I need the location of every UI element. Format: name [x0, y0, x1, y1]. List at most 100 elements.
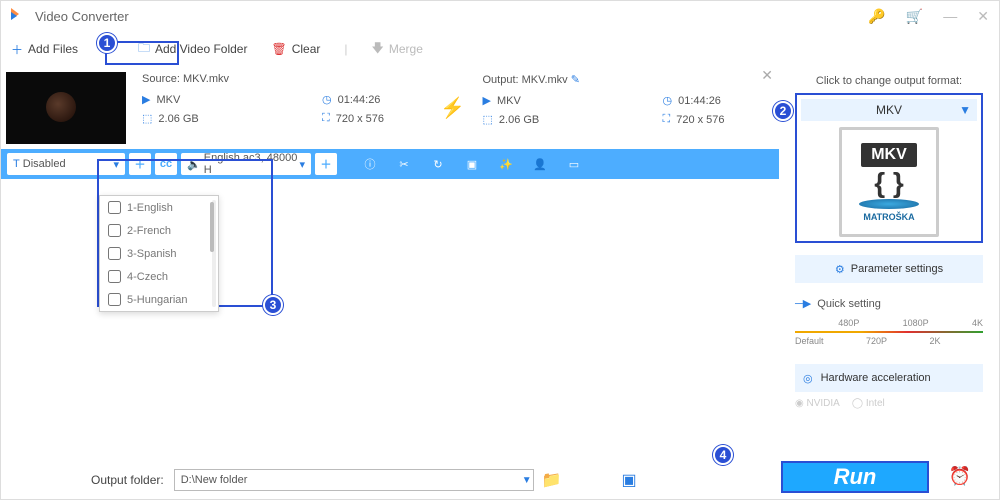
src-duration: 01:44:26: [338, 94, 381, 106]
open-folder-icon[interactable]: ▣: [622, 470, 637, 490]
clock-icon: ◷: [322, 93, 332, 106]
hw-label: Hardware acceleration: [821, 372, 931, 384]
add-files-button[interactable]: ＋ Add Files: [11, 41, 78, 58]
mkv-label: MKV: [861, 143, 917, 167]
merge-icon: 🡇: [372, 39, 384, 60]
out-duration: 01:44:26: [678, 95, 721, 107]
effects-icon[interactable]: ✨: [491, 149, 521, 179]
clock-icon: ◷: [663, 94, 673, 107]
watermark-icon[interactable]: 👤: [525, 149, 555, 179]
out-size: 2.06 GB: [499, 114, 539, 126]
parameter-settings-button[interactable]: ⚙Parameter settings: [795, 255, 983, 283]
add-folder-label: Add Video Folder: [155, 42, 248, 56]
braces-icon: { }: [874, 169, 904, 197]
source-label: Source:: [142, 73, 180, 85]
subtitle-option[interactable]: 5-Hungarian: [100, 288, 218, 311]
add-audio-button[interactable]: ＋: [315, 153, 337, 175]
checkbox[interactable]: [108, 270, 121, 283]
subtitle-option[interactable]: 1-English: [100, 196, 218, 219]
audio-value: English ac3, 48000 H: [204, 152, 300, 176]
schedule-icon[interactable]: ⏰: [949, 466, 971, 487]
src-size: 2.06 GB: [158, 113, 198, 125]
edit-subbar: T Disabled ▾ ＋ cc 🔈 English ac3, 48000 H▾…: [1, 149, 779, 179]
checkbox[interactable]: [108, 247, 121, 260]
subtitle-dropdown[interactable]: 1-English 2-French 3-Spanish 4-Czech 5-H…: [99, 195, 219, 312]
caret-icon: ▼: [959, 103, 971, 117]
thumbnail[interactable]: [6, 72, 126, 144]
checkbox[interactable]: [108, 293, 121, 306]
size-icon: ⬚: [142, 112, 152, 125]
subtitle-option[interactable]: 3-Spanish: [100, 242, 218, 265]
merge-button[interactable]: 🡇 Merge: [372, 39, 423, 60]
text-value: Disabled: [23, 158, 66, 170]
run-label: Run: [834, 464, 877, 490]
clear-button[interactable]: 🗑 Clear: [271, 42, 320, 56]
caret-icon: ▾: [113, 158, 119, 171]
quick-label: Quick setting: [817, 298, 881, 310]
divider: |: [344, 42, 347, 56]
subtitle-icon[interactable]: ▭: [559, 149, 589, 179]
param-label: Parameter settings: [851, 263, 943, 275]
quality-slider[interactable]: 480P1080P4K Default720P2K: [795, 318, 983, 354]
src-format: MKV: [156, 94, 180, 106]
crop-icon[interactable]: ▣: [457, 149, 487, 179]
info-icon[interactable]: ⓘ: [355, 149, 385, 179]
minimize-icon[interactable]: —: [943, 8, 957, 25]
output-label: Output:: [483, 74, 519, 86]
cut-icon[interactable]: ✂: [389, 149, 419, 179]
right-panel: Click to change output format: MKV ▼ MKV …: [779, 67, 999, 459]
marker-3: 3: [263, 295, 283, 315]
caret-icon[interactable]: ▼: [522, 475, 532, 486]
mkv-brand: MATROŠKA: [863, 212, 914, 222]
checkbox[interactable]: [108, 224, 121, 237]
add-files-label: Add Files: [28, 42, 78, 56]
format-value: MKV: [876, 103, 902, 117]
edit-icon[interactable]: ✎: [571, 74, 580, 86]
output-folder-input[interactable]: [174, 469, 534, 491]
source-name: MKV.mkv: [183, 73, 229, 85]
marker-2: 2: [773, 101, 793, 121]
file-row[interactable]: Source: MKV.mkv ▶MKV ◷01:44:26 ⬚2.06 GB …: [1, 67, 779, 149]
res-icon: ⛶: [322, 112, 330, 125]
add-folder-button[interactable]: 🗀 Add Video Folder: [138, 39, 248, 60]
caret-icon: ▾: [299, 158, 305, 171]
app-title: Video Converter: [35, 9, 129, 24]
folder-icon: 🗀: [138, 39, 150, 60]
oval-icon: [859, 199, 919, 209]
close-icon[interactable]: ✕: [977, 8, 989, 25]
mkv-logo[interactable]: MKV { } MATROŠKA: [839, 127, 939, 237]
browse-folder-icon[interactable]: 📁: [542, 470, 562, 490]
scrollbar[interactable]: [212, 200, 216, 307]
output-folder-label: Output folder:: [91, 473, 164, 487]
subtitle-option[interactable]: 4-Czech: [100, 265, 218, 288]
out-res: 720 x 576: [676, 114, 724, 126]
clear-label: Clear: [292, 42, 321, 56]
intel-icon: ◯ Intel: [852, 398, 885, 409]
output-name: MKV.mkv: [522, 74, 568, 86]
cc-button[interactable]: cc: [155, 153, 177, 175]
nvidia-icon: ◉ NVIDIA: [795, 398, 840, 409]
titlebar: Video Converter 🔑 🛒 — ✕: [1, 1, 999, 31]
format-box: MKV ▼ MKV { } MATROŠKA: [795, 93, 983, 243]
audio-track-select[interactable]: 🔈 English ac3, 48000 H▾: [181, 153, 311, 175]
hardware-accel-button[interactable]: ◎ Hardware acceleration: [795, 364, 983, 392]
res-icon: ⛶: [663, 113, 671, 126]
arrow-icon: ─▶: [795, 297, 811, 310]
rotate-icon[interactable]: ↻: [423, 149, 453, 179]
add-text-button[interactable]: ＋: [129, 153, 151, 175]
text-icon: T: [13, 158, 20, 170]
subtitle-option[interactable]: 2-French: [100, 219, 218, 242]
run-button[interactable]: Run: [781, 461, 929, 493]
text-track-select[interactable]: T Disabled ▾: [7, 153, 125, 175]
chip-icon: ◎: [803, 372, 813, 385]
cart-icon[interactable]: 🛒: [906, 8, 923, 25]
trash-icon: 🗑: [271, 42, 286, 56]
out-format: MKV: [497, 95, 521, 107]
format-select[interactable]: MKV ▼: [801, 99, 977, 121]
checkbox[interactable]: [108, 201, 121, 214]
format-hint: Click to change output format:: [795, 75, 983, 87]
src-res: 720 x 576: [336, 113, 384, 125]
toolbar: ＋ Add Files ▼ 🗀 Add Video Folder 🗑 Clear…: [1, 31, 999, 67]
format-icon: ▶: [483, 94, 491, 107]
key-icon[interactable]: 🔑: [868, 8, 885, 25]
